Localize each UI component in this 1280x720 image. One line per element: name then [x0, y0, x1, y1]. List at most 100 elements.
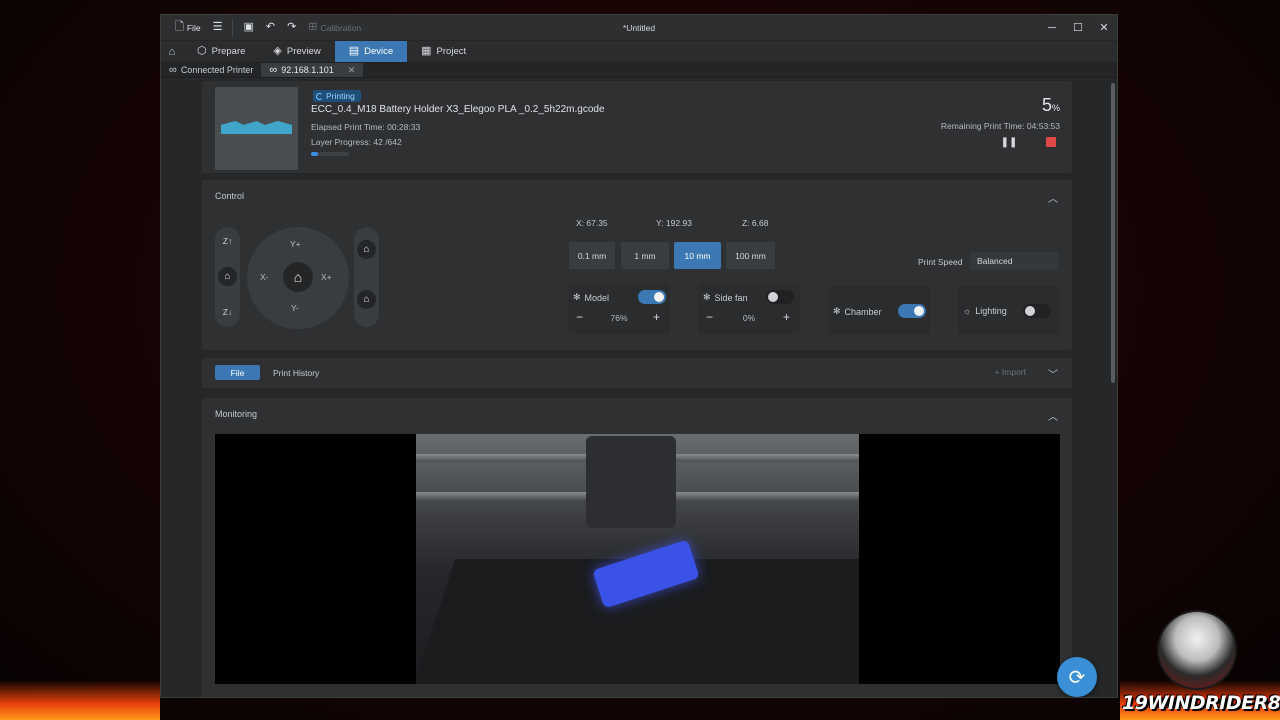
layer-progress-label: Layer Progress: [311, 137, 371, 147]
step-100mm-button[interactable]: 100 mm [726, 242, 775, 269]
device-content: Printing ECC_0.4_M18 Battery Holder X3_E… [161, 79, 1117, 697]
elapsed-time: Elapsed Print Time: 00:28:33 [311, 122, 420, 132]
content-scrollbar[interactable] [1111, 83, 1115, 383]
tab-preview[interactable]: ◈ Preview [259, 41, 334, 62]
tab-prepare[interactable]: ⬡ Prepare [183, 41, 259, 62]
model-fan-toggle[interactable] [638, 290, 666, 304]
tab-device[interactable]: ▤ Device [334, 41, 408, 62]
file-menu-button[interactable]: 🗋 File [169, 15, 207, 40]
z-up-button[interactable]: Z↑ [215, 236, 240, 246]
side-fan-value: 0% [742, 313, 756, 323]
close-window-button[interactable]: ✕ [1091, 15, 1117, 40]
model-fan-text: Model [584, 292, 610, 303]
coord-z: Z: 6.68 [742, 218, 769, 228]
y-minus-button[interactable]: Y- [291, 303, 299, 313]
step-1mm-button[interactable]: 1 mm [621, 242, 669, 269]
remaining-label: Remaining Print Time: [940, 121, 1025, 131]
file-history-card: File Print History + Import ﹀ [202, 358, 1072, 388]
file-menu-label: File [186, 22, 201, 33]
menu-list-icon: ☰ [212, 21, 223, 33]
monitoring-card: Monitoring ︿ [202, 398, 1072, 697]
app-window: 🗋 File ☰ ▣ ↶ ↷ ⊞ Calibration *Untitled ─… [160, 14, 1118, 698]
step-0-1mm-button[interactable]: 0.1 mm [569, 242, 615, 269]
menu-button[interactable]: ☰ [207, 15, 229, 40]
printer-link-icon: ∞ [169, 63, 177, 76]
model-fan-increase-button[interactable]: + [653, 310, 660, 324]
tab-project[interactable]: ▦ Project [407, 41, 480, 62]
import-button[interactable]: + Import [995, 367, 1026, 377]
home-all-button[interactable]: ⌂ [357, 240, 376, 259]
collapse-control-icon[interactable]: ︿ [1048, 190, 1058, 205]
side-fan-increase-button[interactable]: + [783, 310, 790, 324]
fan-icon: ✻ [833, 306, 841, 316]
undo-button[interactable]: ↶ [260, 15, 281, 40]
printer-ip-tab[interactable]: ∞ 92.168.1.101 ✕ [261, 63, 364, 77]
z-home-button[interactable]: ⌂ [218, 267, 237, 286]
expand-files-icon[interactable]: ﹀ [1048, 366, 1058, 381]
elapsed-label: Elapsed Print Time: [311, 122, 385, 132]
fire-decoration-left [0, 680, 160, 720]
home-icon: ⌂ [168, 45, 176, 58]
side-fan-decrease-button[interactable]: − [706, 310, 713, 324]
minimize-button[interactable]: ─ [1039, 15, 1065, 40]
maximize-icon: ☐ [1073, 22, 1083, 34]
connected-printer-label: Connected Printer [180, 65, 254, 75]
pause-button[interactable]: ❚❚ [1000, 135, 1018, 149]
calibration-icon: ⊞ [308, 21, 318, 33]
tab-print-history[interactable]: Print History [273, 368, 319, 378]
print-speed-select[interactable]: Balanced [970, 252, 1058, 270]
maximize-button[interactable]: ☐ [1065, 15, 1091, 40]
home-icon: ⌂ [293, 269, 303, 285]
tab-file[interactable]: File [215, 365, 260, 380]
home-icon: ⌂ [363, 244, 370, 255]
tab-prepare-label: Prepare [211, 46, 246, 57]
close-tab-icon[interactable]: ✕ [348, 65, 356, 76]
toggle-knob [1025, 306, 1035, 316]
status-badge-label: Printing [326, 91, 355, 101]
xy-home-button[interactable]: ⌂ [283, 262, 313, 292]
project-icon: ▦ [421, 45, 432, 57]
lighting-toggle[interactable] [1023, 304, 1051, 318]
z-down-button[interactable]: Z↓ [215, 307, 240, 317]
side-fan-toggle[interactable] [766, 290, 794, 304]
spinner-icon [316, 92, 323, 100]
eagle-mascot-logo [1157, 610, 1237, 690]
connected-printer-tab[interactable]: ∞ Connected Printer [161, 63, 261, 77]
tab-project-label: Project [436, 46, 467, 57]
elapsed-value: 00:28:33 [387, 122, 421, 132]
close-icon: ✕ [1099, 22, 1109, 34]
calibration-button[interactable]: ⊞ Calibration [302, 15, 367, 40]
channel-branding: 19WINDRIDER80 [1122, 610, 1280, 714]
camera-image [416, 434, 859, 684]
fan-icon: ✻ [573, 292, 581, 302]
pause-icon: ❚❚ [1000, 136, 1018, 148]
step-10mm-button[interactable]: 10 mm [674, 242, 721, 269]
fan-icon: ✻ [703, 292, 711, 302]
minimize-icon: ─ [1048, 21, 1056, 34]
home-icon: ⌂ [224, 271, 231, 282]
x-plus-button[interactable]: X+ [321, 272, 332, 282]
xy-jog-pad: Y+ X- X+ Y- ⌂ [247, 227, 349, 329]
layer-progress-value: 42 /642 [373, 137, 402, 147]
refresh-button[interactable]: ⟳ [1057, 657, 1097, 697]
gcode-file-name: ECC_0.4_M18 Battery Holder X3_Elegoo PLA… [311, 104, 605, 115]
redo-button[interactable]: ↷ [281, 15, 302, 40]
print-progress-bar [311, 152, 349, 156]
file-icon: 🗋 [175, 21, 184, 33]
model-fan-decrease-button[interactable]: − [576, 310, 583, 324]
stop-button[interactable] [1046, 137, 1056, 147]
undo-icon: ↶ [265, 21, 276, 33]
home-nav-button[interactable]: ⌂ [161, 41, 183, 62]
save-icon: ▣ [243, 21, 254, 33]
print-percent-value: 5 [1041, 95, 1052, 115]
y-plus-button[interactable]: Y+ [290, 239, 301, 249]
chamber-toggle[interactable] [898, 304, 926, 318]
device-icon: ▤ [348, 45, 360, 57]
home-extruder-button[interactable]: ⌂ [357, 290, 376, 309]
x-minus-button[interactable]: X- [260, 272, 269, 282]
chamber-label: ✻ Chamber [833, 306, 882, 317]
model-thumbnail [215, 87, 298, 170]
collapse-monitoring-icon[interactable]: ︿ [1048, 408, 1058, 423]
save-button[interactable]: ▣ [237, 15, 259, 40]
tab-device-label: Device [364, 46, 394, 57]
